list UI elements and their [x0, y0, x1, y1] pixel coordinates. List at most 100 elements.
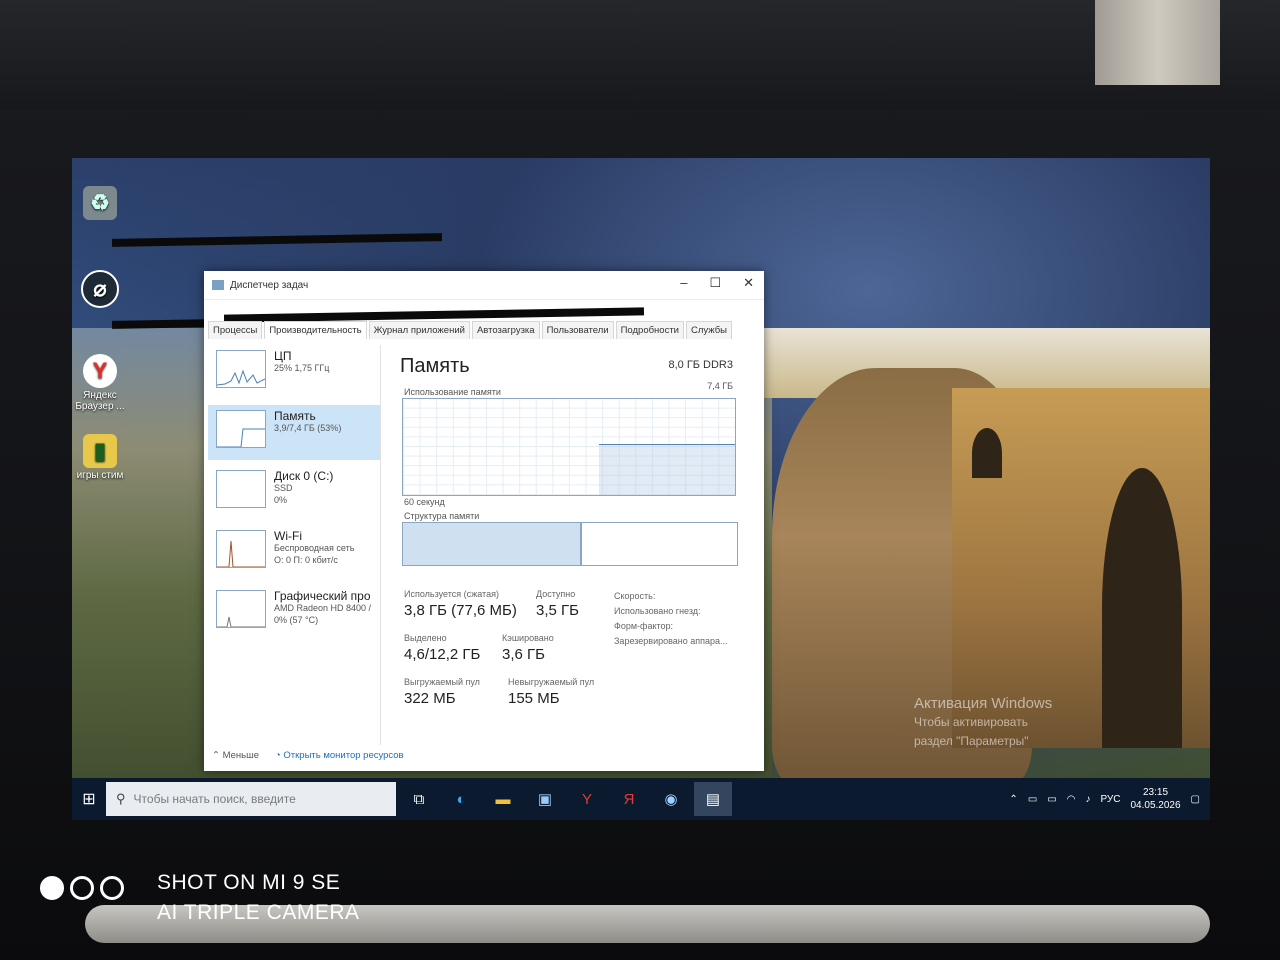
stat-key: Кэшировано	[502, 633, 554, 643]
cpu-sparkline	[216, 350, 266, 388]
yandex-app-icon[interactable]: Я	[610, 782, 648, 816]
clock-time: 23:15	[1143, 787, 1169, 798]
tab-details[interactable]: Подробности	[615, 321, 684, 339]
stat-value: 4,6/12,2 ГБ	[404, 646, 481, 663]
tab-app-history[interactable]: Журнал приложений	[368, 321, 470, 339]
stat-paged-pool: Выгружаемый пул 322 МБ	[404, 677, 480, 707]
memory-spec: 8,0 ГБ DDR3	[668, 359, 733, 371]
minimize-button[interactable]: –	[680, 275, 687, 291]
resource-disk[interactable]: Диск 0 (C:) SSD 0%	[208, 465, 380, 520]
time-span-label: 60 секунд	[404, 497, 445, 507]
speed-label: Скорость:	[614, 591, 656, 601]
resource-detail: Беспроводная сеть	[274, 543, 355, 553]
resource-name: Wi-Fi	[274, 529, 302, 543]
stat-in-use: Используется (сжатая) 3,8 ГБ (77,6 МБ)	[404, 589, 517, 619]
folder-games-icon: ▮	[83, 434, 117, 468]
resource-wifi[interactable]: Wi-Fi Беспроводная сеть О: 0 П: 0 кбит/с	[208, 525, 380, 580]
notification-area-icon[interactable]: ▭	[1028, 794, 1037, 805]
resource-detail: 0% (57 °C)	[274, 615, 319, 625]
resource-detail: 0%	[274, 495, 288, 505]
camera-dot-icon	[100, 876, 124, 900]
resource-memory[interactable]: Память 3,9/7,4 ГБ (53%)	[208, 405, 380, 460]
stat-value: 3,8 ГБ (77,6 МБ)	[404, 602, 517, 619]
wifi-icon[interactable]: ◠	[1067, 794, 1076, 805]
desktop-icon-yandex-browser[interactable]: Y Яндекс Браузер ...	[72, 354, 136, 412]
resource-monitor-label: Открыть монитор ресурсов	[283, 750, 404, 761]
yandex-browser-taskbar-icon[interactable]: Y	[568, 782, 606, 816]
desktop-icon-app[interactable]: ⌀	[72, 270, 136, 310]
memory-structure-used	[403, 523, 583, 565]
store-icon[interactable]: ▣	[526, 782, 564, 816]
stat-key: Невыгружаемый пул	[508, 677, 595, 687]
tab-startup[interactable]: Автозагрузка	[471, 321, 540, 339]
maximize-button[interactable]: ☐	[709, 275, 721, 291]
desktop-icon-recycle-bin[interactable]: ♻	[72, 186, 136, 222]
task-view-icon[interactable]: ⧉	[400, 782, 438, 816]
tab-services[interactable]: Службы	[686, 321, 732, 339]
stat-nonpaged-pool: Невыгружаемый пул 155 МБ	[508, 677, 594, 707]
panel-heading: Память	[400, 355, 470, 377]
taskbar-search[interactable]: ⚲ Чтобы начать поиск, введите	[106, 782, 396, 816]
action-center-icon[interactable]: ▢	[1191, 794, 1200, 805]
volume-icon[interactable]: ♪	[1085, 794, 1090, 805]
resource-name: Диск 0 (C:)	[274, 469, 334, 483]
edge-browser-icon[interactable]: ◐	[442, 782, 480, 816]
graph-max-label: 7,4 ГБ	[707, 381, 733, 391]
system-tray: ⌃ ▭ ▭ ◠ ♪ РУС 23:15 04.05.2026 ▢	[1009, 778, 1200, 820]
stat-value: 3,6 ГБ	[502, 646, 545, 663]
file-explorer-icon[interactable]: ▬	[484, 782, 522, 816]
bridge-arch	[972, 428, 1002, 478]
open-resource-monitor-link[interactable]: ◔ Открыть монитор ресурсов	[275, 750, 404, 761]
bezel-top	[0, 0, 1280, 110]
search-icon: ⚲	[116, 791, 126, 806]
stat-value: 155 МБ	[508, 690, 560, 707]
resource-name: Графический про	[274, 589, 371, 603]
hardware-reserved-label: Зарезервировано аппара...	[614, 636, 728, 646]
fewer-details-button[interactable]: ⌃ Меньше	[212, 750, 259, 761]
disk-sparkline	[216, 470, 266, 508]
stat-value: 322 МБ	[404, 690, 456, 707]
resource-detail: SSD	[274, 483, 293, 493]
stat-key: Выгружаемый пул	[404, 677, 480, 687]
show-hidden-icons-icon[interactable]: ⌃	[1009, 794, 1017, 805]
camera-logo	[40, 876, 124, 900]
activation-watermark: Активация Windows Чтобы активировать раз…	[914, 694, 1052, 751]
close-button[interactable]: ✕	[743, 275, 754, 291]
form-factor-label: Форм-фактор:	[614, 621, 674, 631]
camera-dot-icon	[40, 876, 64, 900]
task-manager-icon	[212, 280, 224, 290]
language-indicator[interactable]: РУС	[1100, 794, 1120, 805]
battery-icon[interactable]: ▭	[1047, 794, 1056, 805]
recycle-bin-icon: ♻	[83, 186, 117, 220]
wifi-sparkline	[216, 530, 266, 568]
stat-cached: Кэшировано 3,6 ГБ	[502, 633, 554, 663]
memory-hardware-labels: Скорость: Использовано гнезд: Форм-факто…	[614, 589, 728, 649]
tab-users[interactable]: Пользователи	[541, 321, 614, 339]
stat-available: Доступно 3,5 ГБ	[536, 589, 579, 619]
tab-processes[interactable]: Процессы	[208, 321, 263, 339]
resource-gpu[interactable]: Графический про AMD Radeon HD 8400 / 0% …	[208, 585, 380, 640]
task-manager-window: Диспетчер задач – ☐ ✕ Процессы Производи…	[204, 271, 764, 771]
windows-logo-icon: ⊞	[82, 791, 96, 808]
task-manager-footer: ⌃ Меньше ◔ Открыть монитор ресурсов	[212, 750, 404, 761]
activation-line: Чтобы активировать	[914, 715, 1028, 729]
resource-cpu[interactable]: ЦП 25% 1,75 ГГц	[208, 345, 380, 400]
start-button[interactable]: ⊞	[74, 789, 104, 809]
desktop-icon-games-folder[interactable]: ▮ игры стим	[72, 434, 136, 481]
tab-strip: Процессы Производительность Журнал прило…	[208, 321, 734, 339]
stat-committed: Выделено 4,6/12,2 ГБ	[404, 633, 480, 663]
title-bar[interactable]: Диспетчер задач – ☐ ✕	[204, 271, 764, 300]
task-manager-taskbar-icon[interactable]: ▤	[694, 782, 732, 816]
activation-line: Активация Windows	[914, 695, 1053, 712]
desktop-screen: ♻ ⌀ Y Яндекс Браузер ... ▮ игры стим Акт…	[72, 158, 1210, 820]
taskbar: ⊞ ⚲ Чтобы начать поиск, введите ⧉ ◐ ▬ ▣ …	[72, 778, 1210, 820]
steam-icon[interactable]: ◉	[652, 782, 690, 816]
clock[interactable]: 23:15 04.05.2026	[1130, 786, 1180, 812]
resource-detail: 3,9/7,4 ГБ (53%)	[274, 423, 342, 433]
memory-usage-graph	[402, 398, 736, 496]
tab-performance[interactable]: Производительность	[264, 321, 367, 339]
redaction-scribble	[111, 233, 443, 247]
slots-used-label: Использовано гнезд:	[614, 606, 701, 616]
stat-value: 3,5 ГБ	[536, 602, 579, 619]
memory-sparkline	[216, 410, 266, 448]
